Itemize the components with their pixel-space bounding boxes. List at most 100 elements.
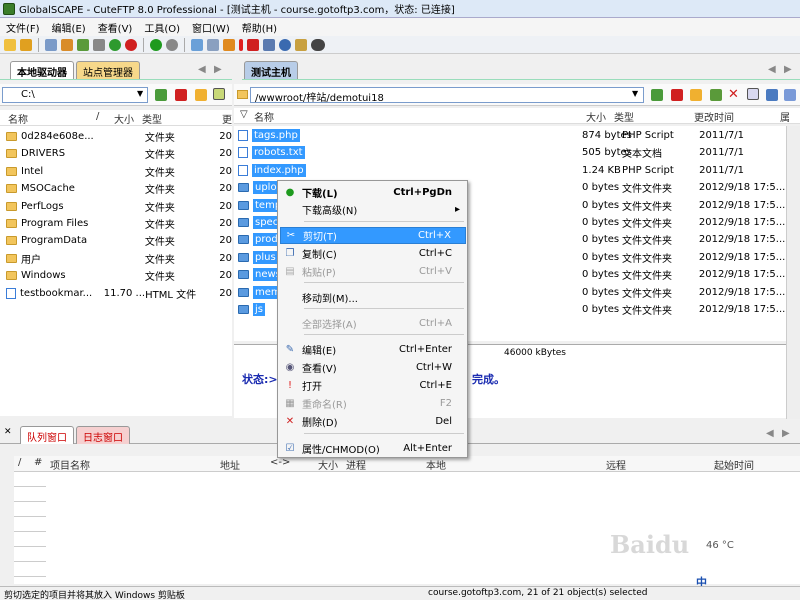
properties-icon[interactable] [263,38,275,51]
bookmark-icon[interactable] [671,89,683,101]
reconnect-icon[interactable] [77,38,89,51]
local-row[interactable]: testbookmar... 11.70 ... HTML 文件 20 [6,285,232,302]
ctx-item-9[interactable]: ! 打开 Ctrl+E [280,377,466,394]
view-mode-icon[interactable] [213,88,225,100]
delete-icon[interactable] [247,38,259,51]
remote-row[interactable]: tags.php874 bytesPHP Script2011/7/1-n [238,127,798,144]
ctx-item-7[interactable]: ✎ 编辑(E) Ctrl+Enter [280,341,466,358]
connect-icon[interactable] [4,38,16,51]
close-icon[interactable]: ✕ [728,87,739,102]
new-folder-icon[interactable] [195,89,207,101]
local-row[interactable]: 0d284e608e... 文件夹 20 [6,128,232,145]
tab-test-host[interactable]: 测试主机 [244,61,298,79]
queue-col-9[interactable]: 起始时间 [714,457,754,472]
view-icon[interactable] [207,38,219,51]
remote-row[interactable]: robots.txt505 bytes文本文档2011/7/1-n [238,144,798,161]
queue-col-3[interactable]: 地址 [220,457,240,472]
local-row[interactable]: Windows 文件夹 20 [6,267,232,284]
menu-item-5[interactable]: 帮助(H) [242,20,277,35]
help-icon[interactable] [279,38,291,51]
ctx-item-5[interactable]: 移动到(M)... [280,289,466,306]
view-mode-icon[interactable] [747,88,759,100]
pgp-icon[interactable] [311,38,325,51]
queue-col-4[interactable]: <-> [270,457,290,468]
col-name[interactable]: 名称 [8,111,28,126]
remote-path-input[interactable]: /wwwroot/梓站/demotui18 [250,87,644,104]
refresh-icon[interactable] [109,38,121,51]
col-modified[interactable]: 更 [222,111,232,126]
local-row[interactable]: MSOCache 文件夹 20 [6,180,232,197]
ctx-item-2[interactable]: ✂ 剪切(T) Ctrl+X [280,227,466,244]
local-row[interactable]: ProgramData 文件夹 20 [6,232,232,249]
chevron-down-icon[interactable]: ▼ [632,89,638,98]
col-modified[interactable]: 更改时间 [694,109,734,124]
col-attr[interactable]: 属 [780,109,790,124]
ctx-item-8[interactable]: ◉ 查看(V) Ctrl+W [280,359,466,376]
col-size[interactable]: 大小 [114,111,134,126]
col-type[interactable]: 类型 [142,111,162,126]
list-view-icon[interactable] [766,89,778,101]
local-row[interactable]: DRIVERS 文件夹 20 [6,145,232,162]
ctx-item-3[interactable]: ❐ 复制(C) Ctrl+C [280,245,466,262]
close-icon[interactable]: ✕ [4,427,12,437]
row-type: 文件夹 [144,272,175,284]
remote-scrollbar[interactable] [786,126,800,416]
tab-next-arrow[interactable]: ▶ [784,64,792,75]
tab-next-arrow[interactable]: ▶ [782,428,790,439]
sync-icon[interactable] [710,89,722,101]
ctx-item-1[interactable]: 下载高级(N) ▸ [280,201,466,218]
local-row[interactable]: 用户 文件夹 20 [6,250,232,267]
col-sort-icon[interactable]: ▽ [240,109,248,120]
ctx-item-12[interactable]: ☑ 属性/CHMOD(O) Alt+Enter [280,440,466,457]
edit-icon[interactable] [191,38,203,51]
menu-item-2[interactable]: 查看(V) [98,20,133,35]
menu-item-0[interactable]: 文件(F) [6,20,40,35]
remote-row[interactable]: index.php1.24 KBPHP Script2011/7/1-n [238,162,798,179]
local-row[interactable]: Intel 文件夹 20 [6,163,232,180]
details-icon[interactable] [784,89,796,101]
local-row[interactable]: PerfLogs 文件夹 20 [6,198,232,215]
queue-list[interactable] [14,472,800,584]
ctx-item-11[interactable]: ✕ 删除(D) Del [280,413,466,430]
disconnect-icon[interactable] [61,38,73,51]
open-icon[interactable] [223,38,235,51]
col-sort[interactable]: / [96,111,99,122]
queue-col-0[interactable]: / [18,457,21,468]
up-folder-icon[interactable] [651,89,663,101]
quick-connect-icon[interactable] [20,38,32,51]
download-icon[interactable] [150,38,162,51]
settings-icon[interactable] [295,38,307,51]
queue-col-6[interactable]: 进程 [346,457,366,472]
tab-local-drives[interactable]: 本地驱动器 [10,61,74,79]
col-type[interactable]: 类型 [614,109,634,124]
sync-icon[interactable] [93,38,105,51]
stop-icon[interactable] [125,38,137,51]
local-path-input[interactable]: C:\ [2,87,148,103]
site-manager-icon[interactable] [45,38,57,51]
queue-col-5[interactable]: 大小 [318,457,338,472]
tab-site-manager[interactable]: 站点管理器 [76,61,140,79]
queue-col-1[interactable]: # [34,457,42,468]
menu-item-3[interactable]: 工具(O) [144,20,180,35]
new-folder-icon[interactable] [690,89,702,101]
tab-log[interactable]: 日志窗口 [76,426,130,444]
col-size[interactable]: 大小 [586,109,606,124]
up-folder-icon[interactable] [155,89,167,101]
menu-item-4[interactable]: 窗口(W) [192,20,230,35]
local-row[interactable]: Program Files 文件夹 20 [6,215,232,232]
tab-prev-arrow[interactable]: ◀ [766,428,774,439]
queue-col-2[interactable]: 项目名称 [50,457,90,472]
exclamation-icon[interactable] [239,38,243,51]
tab-prev-arrow[interactable]: ◀ [198,64,206,75]
tab-next-arrow[interactable]: ▶ [214,64,222,75]
col-name[interactable]: 名称 [254,109,274,124]
chevron-down-icon[interactable]: ▼ [137,89,143,98]
ctx-item-0[interactable]: ● 下载(L) Ctrl+PgDn [280,184,466,201]
tab-prev-arrow[interactable]: ◀ [768,64,776,75]
queue-col-8[interactable]: 远程 [606,457,626,472]
queue-col-7[interactable]: 本地 [426,457,446,472]
bookmark-icon[interactable] [175,89,187,101]
menu-item-1[interactable]: 编辑(E) [52,20,86,35]
upload-icon[interactable] [166,38,178,51]
tab-queue[interactable]: 队列窗口 [20,426,74,444]
